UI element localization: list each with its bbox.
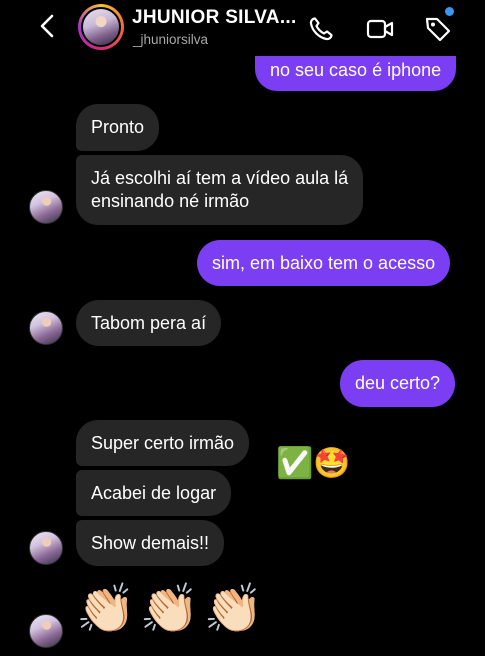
message-bubble-outgoing[interactable]: deu certo?: [340, 360, 456, 407]
message-bubble-outgoing[interactable]: sim, em baixo tem o acesso: [197, 240, 451, 286]
contact-name[interactable]: JHUNIOR SILVA...: [132, 7, 297, 29]
contact-avatar[interactable]: [78, 4, 124, 50]
message-text: Acabei de logar: [91, 483, 217, 503]
message-bubble-incoming[interactable]: Já escolhi aí tem a vídeo aula lá ensina…: [76, 155, 364, 225]
contact-avatar-small[interactable]: [29, 614, 63, 648]
contact-avatar-small[interactable]: [29, 190, 63, 224]
reaction-emoji: ✅🤩: [276, 447, 351, 480]
back-arrow-icon[interactable]: [34, 12, 62, 40]
message-text: Pronto: [91, 117, 145, 137]
message-bubble-incoming[interactable]: Show demais!!: [76, 520, 225, 566]
message-bubble-incoming[interactable]: Super certo irmão: [76, 420, 250, 466]
phone-icon[interactable]: [306, 14, 336, 44]
contact-avatar-small[interactable]: [29, 311, 63, 345]
message-text-line: ensinando né irmão: [91, 191, 250, 211]
message-bubble-incoming[interactable]: Pronto: [76, 104, 160, 151]
tag-icon[interactable]: [423, 14, 453, 44]
message-bubble-incoming[interactable]: Tabom pera aí: [76, 300, 222, 346]
chat-screen: JHUNIOR SILVA... _jhuniorsilva no seu ca…: [0, 0, 485, 656]
contact-username[interactable]: _jhuniorsilva: [133, 32, 208, 47]
message-text: deu certo?: [355, 373, 441, 393]
message-text-line: Já escolhi aí tem a vídeo aula lá: [91, 168, 349, 188]
message-bubble-incoming[interactable]: Acabei de logar: [76, 470, 232, 516]
notification-dot: [445, 7, 454, 16]
message-text: no seu caso é iphone: [270, 60, 442, 80]
message-text: Super certo irmão: [91, 433, 235, 453]
clapping-hands-message[interactable]: 👏🏻👏🏻👏🏻: [76, 580, 267, 640]
message-text: Show demais!!: [91, 533, 210, 553]
contact-avatar-small[interactable]: [29, 531, 63, 565]
chat-header: JHUNIOR SILVA... _jhuniorsilva: [0, 0, 485, 56]
message-text: Tabom pera aí: [91, 313, 207, 333]
video-camera-icon[interactable]: [365, 14, 395, 44]
message-text: sim, em baixo tem o acesso: [212, 253, 436, 273]
